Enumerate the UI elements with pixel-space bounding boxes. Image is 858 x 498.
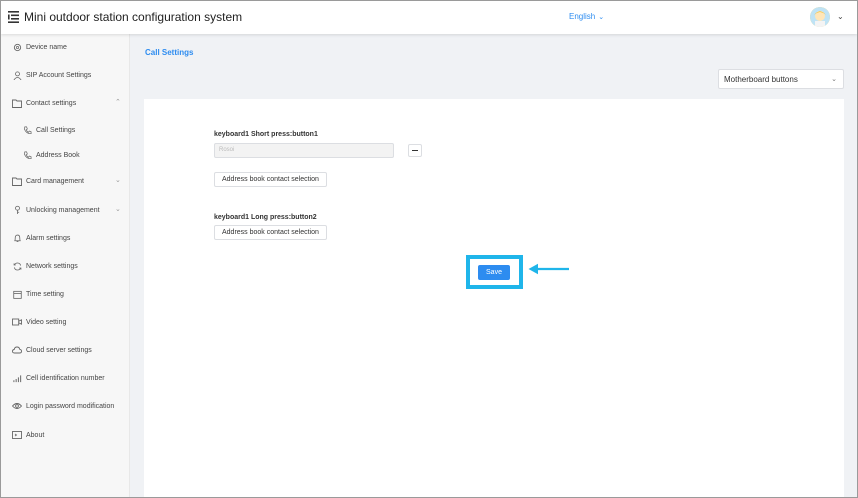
user-icon [12, 70, 22, 80]
page-title: Call Settings [145, 48, 194, 57]
language-label: English [569, 12, 596, 21]
cloud-icon [12, 345, 22, 355]
sidebar-item-label: Address Book [36, 151, 80, 159]
sidebar-item-label: Unlocking management [26, 206, 100, 214]
chevron-down-icon: ⌄ [115, 206, 121, 213]
sidebar-item-address-book[interactable]: Address Book [1, 145, 130, 165]
arrow-left-icon [528, 263, 569, 275]
remove-contact-button[interactable] [408, 144, 422, 157]
sidebar-item-video-setting[interactable]: Video setting [1, 312, 130, 332]
sidebar-item-label: Video setting [26, 318, 67, 326]
folder-icon [12, 176, 22, 186]
sidebar-item-unlocking-management[interactable]: Unlocking management ⌄ [1, 200, 130, 220]
sidebar-item-contact-settings[interactable]: Contact settings ⌃ [1, 93, 130, 113]
sidebar-item-label: Alarm settings [26, 234, 71, 242]
bell-icon [12, 233, 22, 243]
avatar-icon [810, 7, 830, 27]
sidebar-item-time-setting[interactable]: Time setting [1, 284, 130, 304]
sidebar-item-label: Time setting [26, 290, 64, 298]
sidebar-item-label: Card management [26, 177, 84, 185]
address-book-select-button[interactable]: Address book contact selection [214, 172, 327, 187]
sidebar-item-card-management[interactable]: Card management ⌄ [1, 171, 130, 191]
sidebar-item-label: Device name [26, 43, 67, 51]
sidebar-item-cloud-server[interactable]: Cloud server settings [1, 340, 130, 360]
sidebar-item-login-password[interactable]: Login password modification [1, 396, 130, 416]
video-icon [12, 317, 22, 327]
long-press-label: keyboard1 Long press:button2 [214, 214, 317, 221]
address-book-select-button-2[interactable]: Address book contact selection [214, 225, 327, 240]
chevron-up-icon: ⌃ [115, 99, 121, 106]
minus-icon [412, 149, 418, 152]
chevron-down-icon: ⌄ [598, 14, 605, 21]
select-value: Motherboard buttons [724, 75, 798, 84]
refresh-icon [12, 261, 22, 271]
sidebar-item-cell-identification[interactable]: Cell identification number [1, 368, 130, 388]
save-button[interactable]: Save [478, 265, 510, 280]
sidebar-item-sip-account[interactable]: SIP Account Settings [1, 65, 130, 85]
app-title: Mini outdoor station configuration syste… [24, 10, 243, 24]
sidebar-item-label: Network settings [26, 262, 78, 270]
eye-icon [12, 401, 22, 411]
info-icon [12, 430, 22, 440]
chevron-down-icon: ⌄ [831, 76, 837, 83]
top-header: Mini outdoor station configuration syste… [1, 1, 857, 34]
sidebar-item-about[interactable]: About [1, 425, 130, 445]
sidebar-item-label: Cell identification number [26, 374, 105, 382]
sidebar-item-label: Login password modification [26, 402, 115, 410]
chevron-down-icon: ⌄ [115, 177, 121, 184]
folder-icon [12, 98, 22, 108]
key-icon [12, 205, 22, 215]
sidebar-item-device-name[interactable]: Device name [1, 37, 130, 57]
signal-icon [12, 373, 22, 383]
avatar[interactable] [810, 7, 830, 27]
sidebar-item-network-settings[interactable]: Network settings [1, 256, 130, 276]
sidebar-item-label: SIP Account Settings [26, 71, 92, 79]
app-window: Mini outdoor station configuration syste… [0, 0, 858, 498]
sidebar-item-label: Cloud server settings [26, 346, 92, 354]
sidebar-item-label: About [26, 431, 45, 439]
phone-icon [22, 150, 32, 160]
phone-icon [22, 125, 32, 135]
short-press-label: keyboard1 Short press:button1 [214, 131, 318, 138]
short-press-input[interactable]: Rosoi [214, 143, 394, 158]
language-dropdown[interactable]: English ⌄ [569, 12, 604, 21]
settings-card: keyboard1 Short press:button1 Rosoi Addr… [144, 99, 844, 497]
sidebar-item-label: Contact settings [26, 99, 77, 107]
sidebar: Device name SIP Account Settings Contact… [1, 34, 130, 497]
avatar-chevron-down-icon[interactable]: ⌄ [837, 12, 844, 21]
button-type-select[interactable]: Motherboard buttons ⌄ [718, 69, 844, 89]
menu-toggle-icon[interactable] [8, 11, 20, 23]
sidebar-item-label: Call Settings [36, 126, 76, 134]
sidebar-item-call-settings[interactable]: Call Settings [1, 120, 130, 140]
main-content: Call Settings Motherboard buttons ⌄ keyb… [130, 34, 857, 497]
gear-icon [12, 42, 22, 52]
sidebar-item-alarm-settings[interactable]: Alarm settings [1, 228, 130, 248]
calendar-icon [12, 289, 22, 299]
